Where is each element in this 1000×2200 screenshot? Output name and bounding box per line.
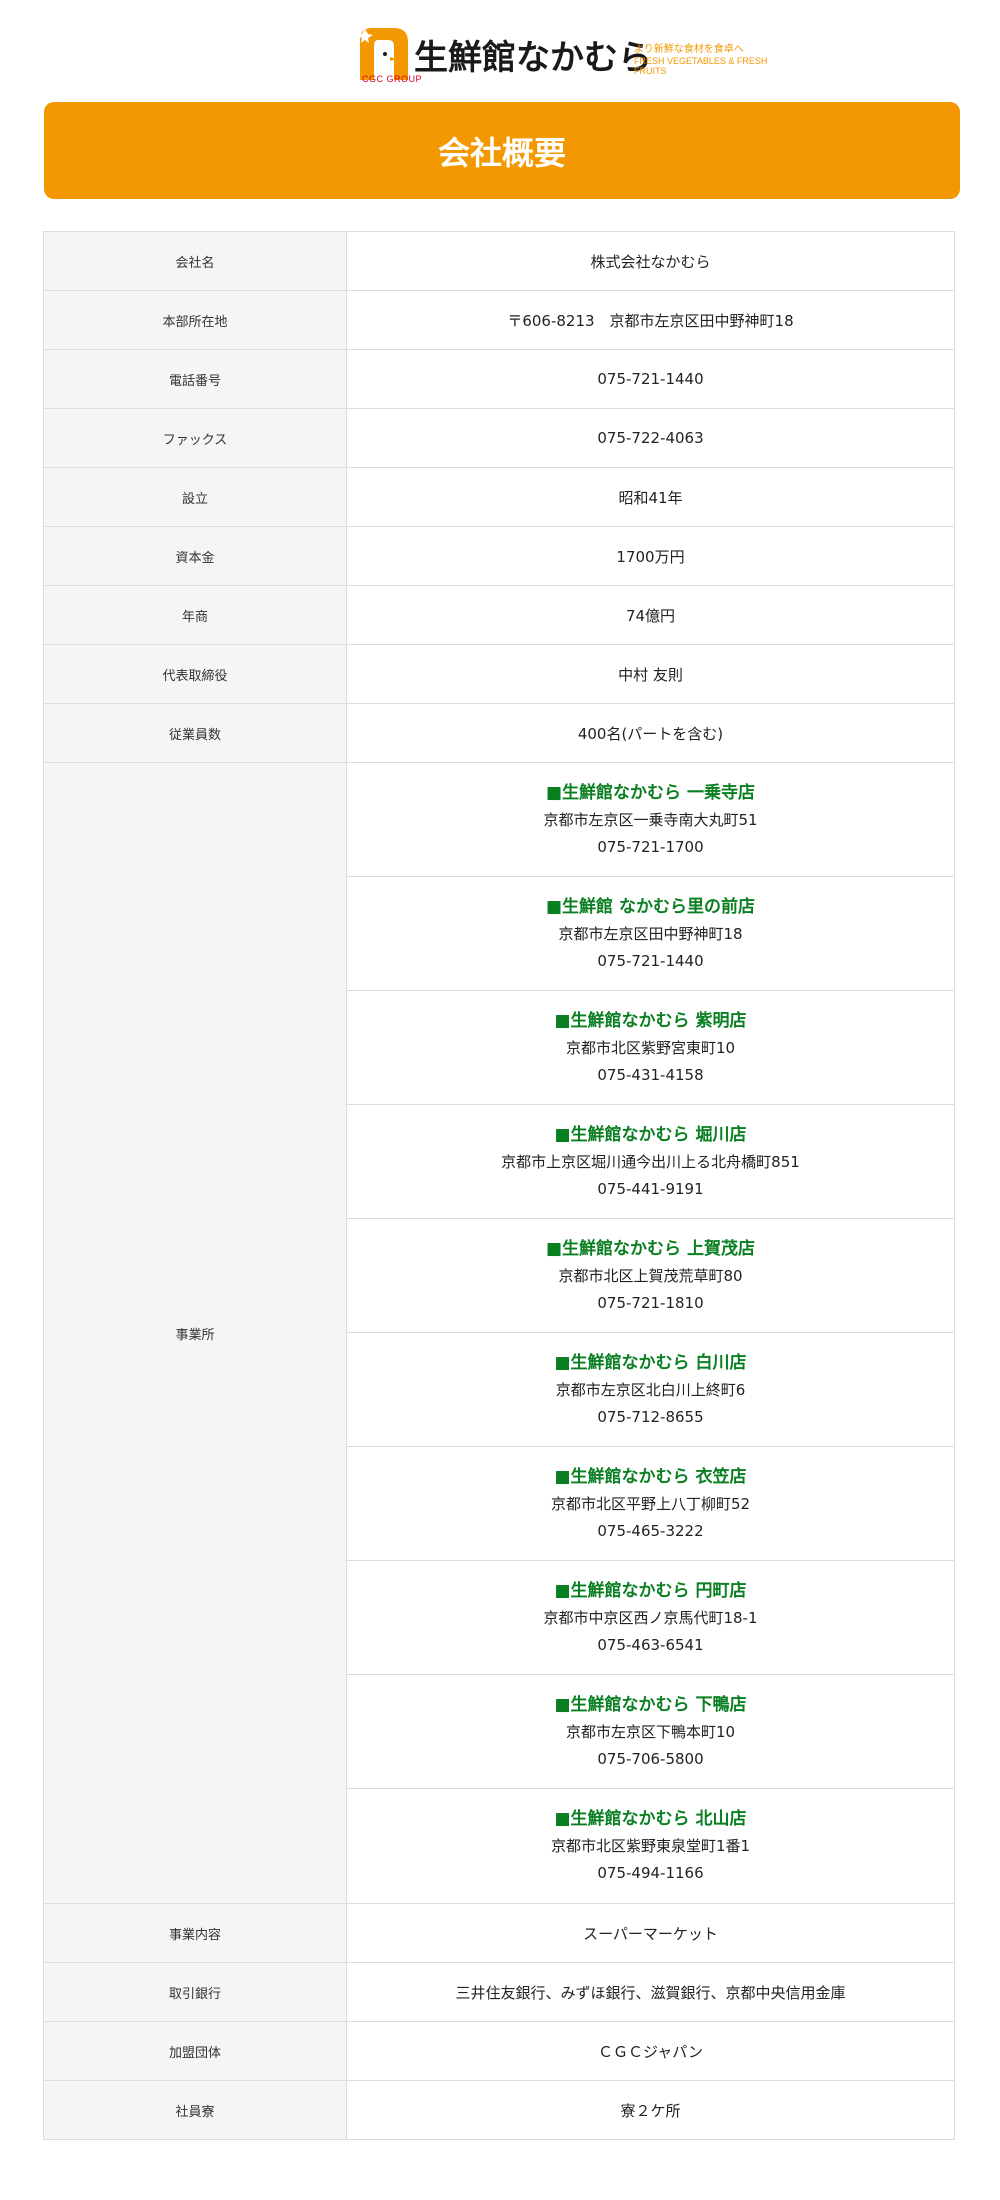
store-item: ■生鮮館なかむら 白川店 京都市左京区北白川上終町6 075-712-8655	[347, 1333, 954, 1447]
row-value: 三井住友銀行、みずほ銀行、滋賀銀行、京都中央信用金庫	[346, 1962, 955, 2022]
table-row: 代表取締役 中村 友則	[43, 644, 955, 704]
table-row: 会社名 株式会社なかむら	[43, 231, 955, 291]
store-address: 京都市北区上賀茂荒草町80	[558, 1266, 743, 1285]
table-row: 事業内容 スーパーマーケット	[43, 1903, 955, 1963]
store-address: 京都市左京区一乗寺南大丸町51	[543, 810, 758, 829]
table-row-offices: 事業所 ■生鮮館なかむら 一乗寺店 京都市左京区一乗寺南大丸町51 075-721-1…	[43, 762, 955, 1904]
store-address: 京都市北区平野上八丁柳町52	[550, 1494, 751, 1513]
store-name: ■生鮮館なかむら 一乗寺店	[546, 782, 755, 803]
store-item: ■生鮮館 なかむら里の前店 京都市左京区田中野神町18 075-721-1440	[347, 877, 954, 991]
row-value: 株式会社なかむら	[346, 231, 955, 291]
table-row: 取引銀行 三井住友銀行、みずほ銀行、滋賀銀行、京都中央信用金庫	[43, 1962, 955, 2022]
store-address: 京都市左京区田中野神町18	[558, 924, 743, 943]
page-title: 会社概要	[44, 102, 960, 199]
row-label: 本部所在地	[43, 290, 347, 350]
store-name: ■生鮮館なかむら 円町店	[554, 1580, 747, 1601]
store-item: ■生鮮館なかむら 堀川店京都市上京区堀川通今出川上る北舟橋町851 075-441…	[347, 1105, 954, 1219]
store-item: ■生鮮館なかむら 上賀茂店 京都市北区上賀茂荒草町80 075-721-1810	[347, 1219, 954, 1333]
row-label: 事業内容	[43, 1903, 347, 1963]
store-item: ■生鮮館なかむら 紫明店 京都市北区紫野宮東町10 075-431-4158	[347, 991, 954, 1105]
table-row: 年商 74億円	[43, 585, 955, 645]
store-address: 京都市北区紫野宮東町10	[565, 1038, 736, 1057]
row-label: 代表取締役	[43, 644, 347, 704]
store-name: ■生鮮館なかむら 堀川店	[554, 1124, 747, 1145]
store-address: 京都市中京区西ノ京馬代町18-1	[543, 1608, 758, 1627]
store-name: ■生鮮館なかむら 白川店	[554, 1352, 747, 1373]
logo-bird-icon	[357, 28, 408, 80]
site-logo[interactable]: CGC GROUP 生鮮館なかむら より新鮮な食材を食卓へ FRESH VEGE…	[356, 24, 796, 86]
row-label: 設立	[43, 467, 347, 527]
row-label: 従業員数	[43, 703, 347, 763]
table-row: 従業員数 400名(パートを含む)	[43, 703, 955, 763]
store-phone: 075-494-1166	[597, 1864, 704, 1882]
site-header: CGC GROUP 生鮮館なかむら より新鮮な食材を食卓へ FRESH VEGE…	[0, 0, 1000, 96]
offices-label: 事業所	[43, 762, 347, 1904]
logo-name: 生鮮館なかむら	[414, 38, 652, 78]
store-name: ■生鮮館なかむら 紫明店	[554, 1010, 747, 1031]
store-phone: 075-441-9191	[597, 1179, 704, 1198]
row-label: 取引銀行	[43, 1962, 347, 2022]
store-name: ■生鮮館なかむら 下鴨店	[554, 1694, 747, 1715]
store-phone: 075-721-1700	[597, 837, 704, 856]
row-value: 寮２ケ所	[346, 2080, 955, 2140]
store-name: ■生鮮館なかむら 北山店	[554, 1809, 747, 1829]
store-phone: 075-431-4158	[597, 1065, 704, 1084]
table-row: 設立 昭和41年	[43, 467, 955, 527]
row-value: 1700万円	[346, 526, 955, 586]
row-value: 中村 友則	[346, 644, 955, 704]
store-item: ■生鮮館なかむら 北山店 京都市北区紫野東泉堂町1番1 075-494-1166	[347, 1789, 954, 1903]
row-value: スーパーマーケット	[346, 1903, 955, 1963]
store-item: ■生鮮館なかむら 下鴨店 京都市左京区下鴨本町10 075-706-5800	[347, 1675, 954, 1789]
table-row: 加盟団体 ＣＧＣジャパン	[43, 2021, 955, 2081]
store-item: ■生鮮館なかむら 衣笠店 京都市北区平野上八丁柳町52 075-465-3222	[347, 1447, 954, 1561]
table-row: 本部所在地 〒606-8213 京都市左京区田中野神町18	[43, 290, 955, 350]
store-address: 京都市左京区下鴨本町10	[565, 1722, 736, 1741]
store-phone: 075-706-5800	[597, 1749, 704, 1768]
table-row: ファックス 075-722-4063	[43, 408, 955, 468]
row-label: ファックス	[43, 408, 347, 468]
store-phone: 075-712-8655	[597, 1407, 704, 1426]
store-address: 京都市上京区堀川通今出川上る北舟橋町851	[501, 1152, 800, 1171]
logo-tagline: より新鮮な食材を食卓へ	[634, 44, 744, 55]
row-label: 会社名	[43, 231, 347, 291]
store-name: ■生鮮館 なかむら里の前店	[546, 896, 755, 917]
row-value: ＣＧＣジャパン	[346, 2021, 955, 2081]
row-value: 〒606-8213 京都市左京区田中野神町18	[346, 290, 955, 350]
store-name: ■生鮮館なかむら 衣笠店	[554, 1466, 747, 1487]
store-item: ■生鮮館なかむら 一乗寺店 京都市左京区一乗寺南大丸町51 075-721-1700	[347, 763, 954, 877]
offices-list: ■生鮮館なかむら 一乗寺店 京都市左京区一乗寺南大丸町51 075-721-1700…	[346, 762, 955, 1904]
row-label: 年商	[43, 585, 347, 645]
store-phone: 075-721-1810	[597, 1293, 704, 1312]
row-value: 昭和41年	[346, 467, 955, 527]
table-row: 資本金 1700万円	[43, 526, 955, 586]
row-label: 資本金	[43, 526, 347, 586]
store-item: ■生鮮館なかむら 円町店 京都市中京区西ノ京馬代町18-1 075-463-6541	[347, 1561, 954, 1675]
store-phone: 075-721-1440	[597, 951, 704, 970]
row-label: 電話番号	[43, 349, 347, 409]
table-row: 電話番号 075-721-1440	[43, 349, 955, 409]
logo-tagline-en: FRESH VEGETABLES & FRESH FRUITS	[634, 56, 768, 76]
row-value: 74億円	[346, 585, 955, 645]
store-address: 京都市左京区北白川上終町6	[555, 1380, 746, 1399]
table-row: 社員寮 寮２ケ所	[43, 2080, 955, 2140]
row-value: 075-722-4063	[346, 408, 955, 468]
row-label: 社員寮	[43, 2080, 347, 2140]
store-name: ■生鮮館なかむら 上賀茂店	[546, 1238, 755, 1259]
store-address: 京都市北区紫野東泉堂町1番1	[550, 1837, 751, 1855]
store-phone: 075-463-6541	[597, 1635, 704, 1654]
row-label: 加盟団体	[43, 2021, 347, 2081]
store-phone: 075-465-3222	[597, 1521, 704, 1540]
row-value: 075-721-1440	[346, 349, 955, 409]
logo-group-text: CGC GROUP	[362, 74, 423, 84]
row-value: 400名(パートを含む)	[346, 703, 955, 763]
company-overview-table: 会社名 株式会社なかむら 本部所在地 〒606-8213 京都市左京区田中野神町18 電…	[43, 231, 955, 2140]
